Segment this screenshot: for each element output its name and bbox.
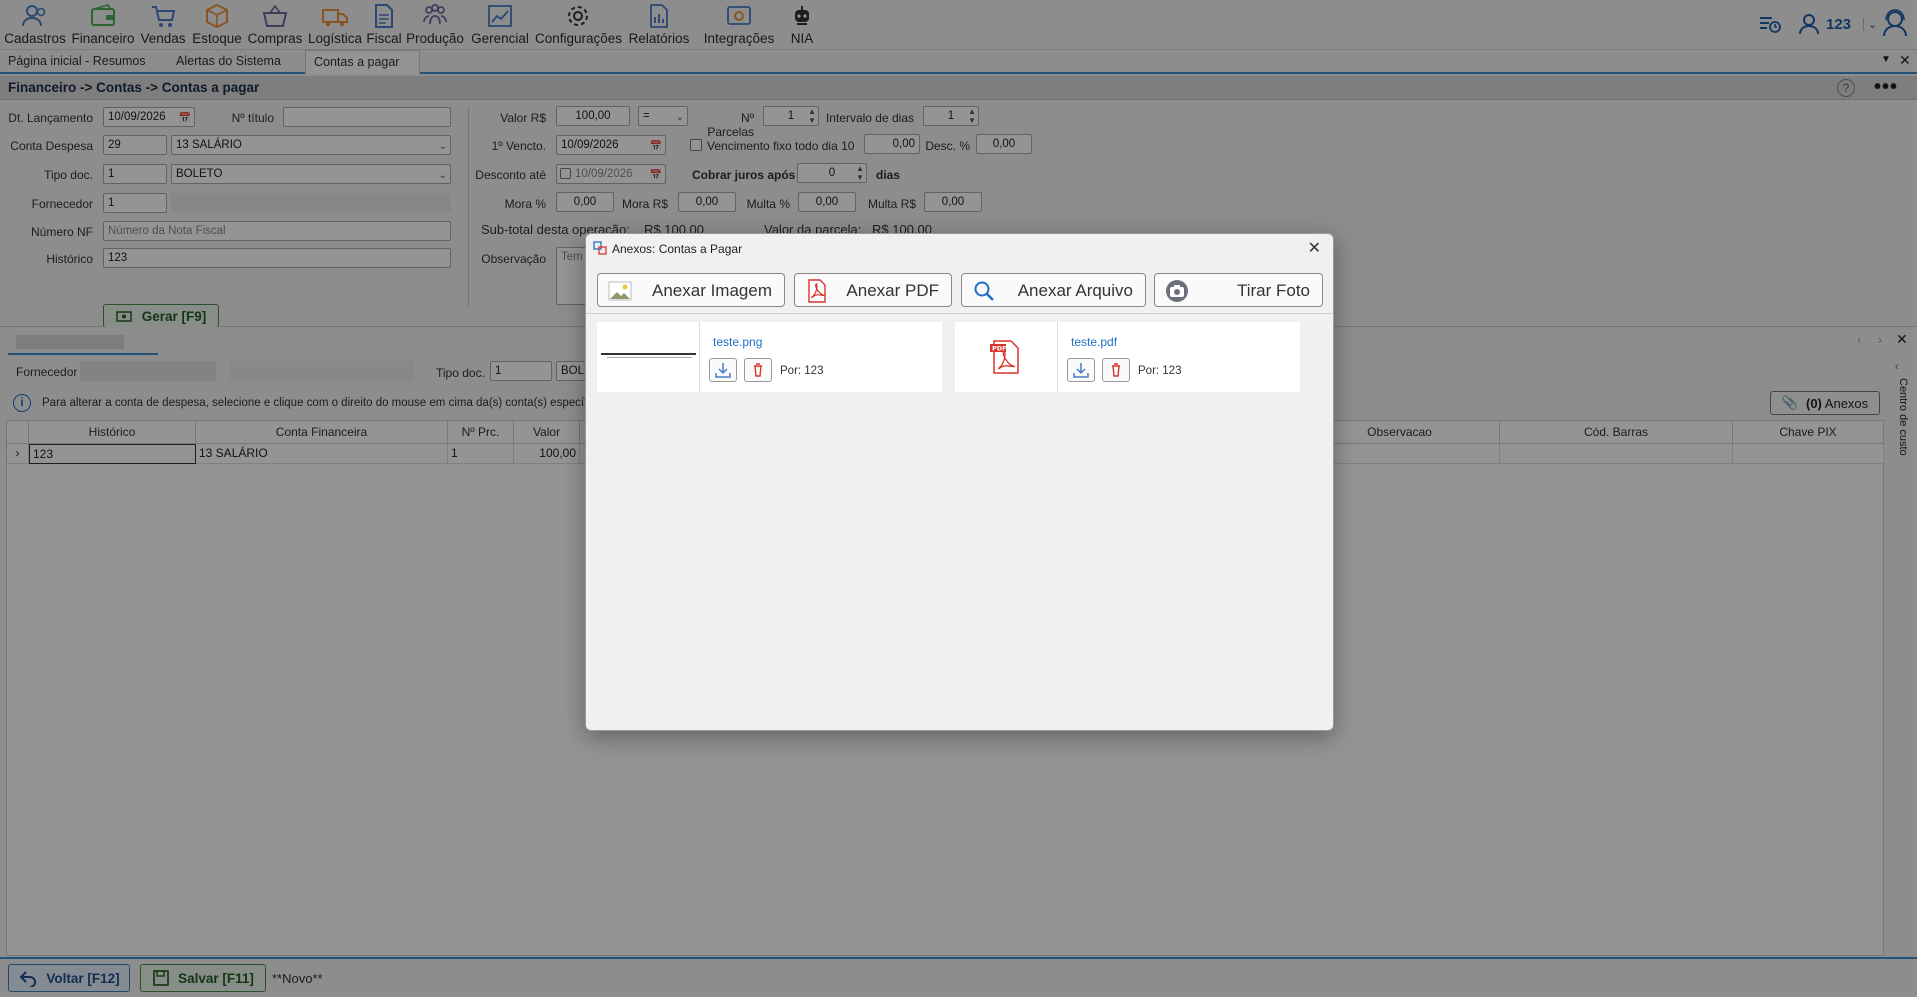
trash-icon bbox=[754, 363, 762, 377]
uploaded-by: Por: 123 bbox=[1138, 365, 1182, 377]
anexar-arquivo-button[interactable]: Anexar Arquivo bbox=[961, 273, 1146, 307]
attachment-app-icon bbox=[593, 241, 607, 255]
modal-title: Anexos: Contas a Pagar bbox=[612, 242, 743, 256]
image-icon bbox=[608, 281, 632, 301]
download-button[interactable] bbox=[709, 358, 737, 382]
file-card-pdf: PDF teste.pdf Por: 123 bbox=[955, 322, 1300, 392]
download-button[interactable] bbox=[1067, 358, 1095, 382]
tirar-foto-button[interactable]: Tirar Foto bbox=[1154, 273, 1323, 307]
modal-divider bbox=[586, 313, 1333, 314]
close-icon[interactable]: ✕ bbox=[1308, 238, 1321, 258]
file-name-link[interactable]: teste.png bbox=[713, 335, 762, 349]
file-name-link[interactable]: teste.pdf bbox=[1071, 335, 1117, 349]
search-icon bbox=[974, 281, 994, 301]
download-icon bbox=[1073, 363, 1089, 378]
anexos-modal: Anexos: Contas a Pagar ✕ Anexar Imagem A… bbox=[585, 233, 1334, 731]
camera-icon bbox=[1166, 280, 1188, 302]
uploaded-by: Por: 123 bbox=[780, 365, 824, 377]
delete-button[interactable] bbox=[744, 358, 772, 382]
pdf-icon: PDF bbox=[990, 340, 1019, 374]
file-card-png: teste.png Por: 123 bbox=[597, 322, 942, 392]
download-icon bbox=[715, 363, 731, 378]
anexar-pdf-button[interactable]: Anexar PDF bbox=[794, 273, 952, 307]
pdf-thumbnail[interactable]: PDF bbox=[955, 322, 1058, 392]
trash-icon bbox=[1112, 363, 1120, 377]
anexar-imagem-button[interactable]: Anexar Imagem bbox=[597, 273, 785, 307]
delete-button[interactable] bbox=[1102, 358, 1130, 382]
pdf-icon bbox=[808, 279, 826, 303]
image-thumbnail[interactable] bbox=[597, 322, 700, 392]
